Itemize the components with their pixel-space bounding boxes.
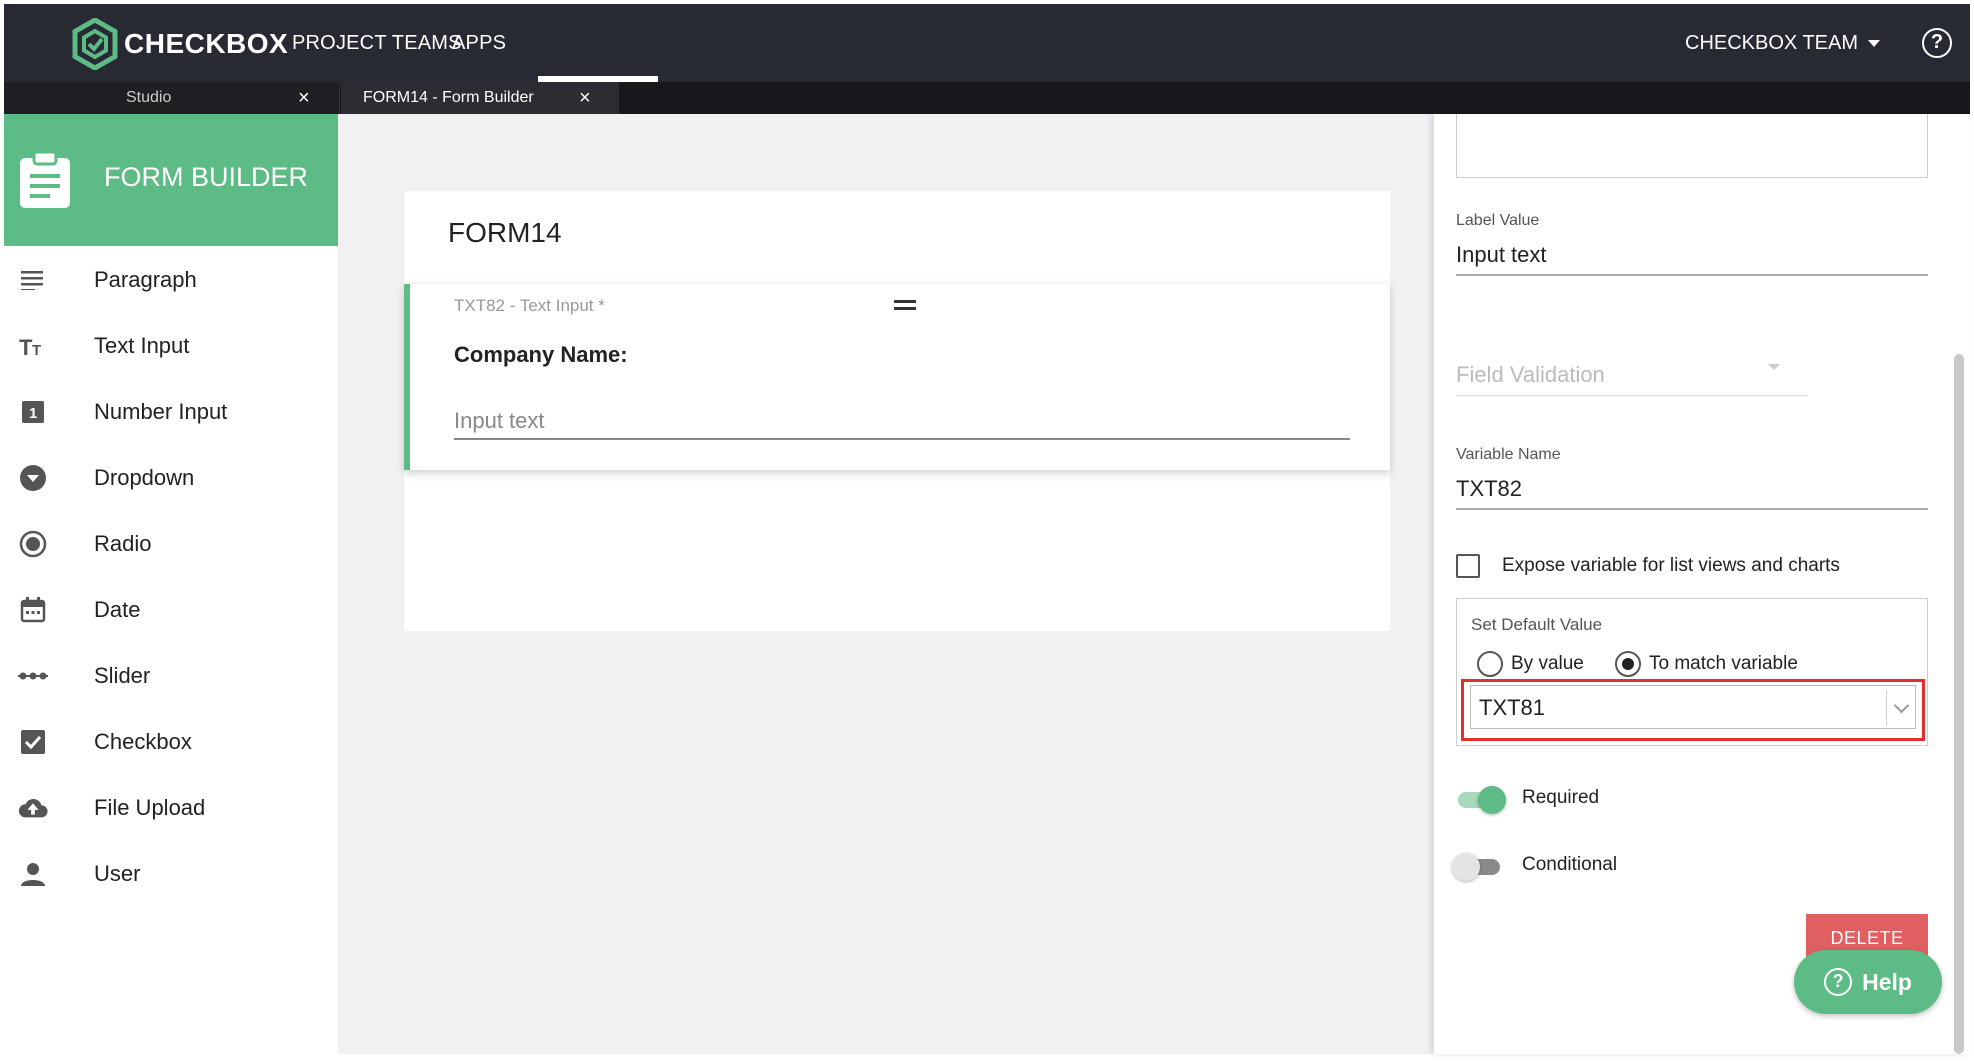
text-input-field-card[interactable]: TXT82 - Text Input * Company Name: Input…: [404, 284, 1390, 470]
match-variable-select[interactable]: TXT81: [1470, 685, 1916, 729]
sidebar-item-label: Text Input: [94, 333, 190, 358]
radio-icon: [18, 529, 48, 559]
caret-down-icon: [1868, 39, 1880, 47]
sidebar-item-label: Checkbox: [94, 729, 192, 754]
sidebar-item-label: Number Input: [94, 399, 228, 424]
select-divider: [1886, 690, 1887, 726]
conditional-toggle[interactable]: [1452, 851, 1502, 881]
label-value-caption: Label Value: [1456, 212, 1540, 229]
radio-button[interactable]: [1477, 651, 1503, 677]
chevron-down-icon: [1768, 364, 1780, 370]
variable-name-input[interactable]: TXT82: [1456, 472, 1928, 510]
user-icon: [18, 859, 48, 889]
tab-studio-label: Studio: [126, 89, 172, 106]
sidebar-item-file-upload[interactable]: File Upload: [4, 782, 338, 834]
sidebar-item-text-input[interactable]: TT Text Input: [4, 320, 338, 372]
expose-variable-row[interactable]: Expose variable for list views and chart…: [1456, 554, 1840, 578]
close-icon[interactable]: ×: [298, 82, 310, 114]
field-preview-input[interactable]: Input text: [454, 408, 1350, 440]
label-value-text: Input text: [1456, 242, 1547, 267]
sidebar-item-label: Slider: [94, 663, 151, 688]
calendar-icon: [18, 595, 48, 625]
paragraph-icon: [18, 265, 48, 295]
tab-studio[interactable]: Studio ×: [4, 82, 340, 114]
selected-variable: TXT81: [1479, 695, 1546, 720]
variable-name-caption: Variable Name: [1456, 446, 1561, 463]
radio-match-variable[interactable]: To match variable: [1615, 651, 1798, 677]
cloud-upload-icon: [18, 793, 48, 823]
nav-apps[interactable]: APPS: [452, 4, 506, 82]
sidebar-item-radio[interactable]: Radio: [4, 518, 338, 570]
svg-text:T: T: [19, 335, 33, 357]
tab-bar: Studio × FORM14 - Form Builder ×: [4, 82, 1970, 114]
default-value-title: Set Default Value: [1471, 615, 1603, 634]
svg-text:1: 1: [29, 405, 37, 422]
team-switcher[interactable]: CHECKBOX TEAM: [1685, 4, 1880, 82]
field-validation-placeholder: Field Validation: [1456, 362, 1605, 387]
sidebar-item-dropdown[interactable]: Dropdown: [4, 452, 338, 504]
chevron-down-icon: [1893, 697, 1910, 714]
sidebar-header: FORM BUILDER: [4, 114, 338, 246]
help-circle-icon[interactable]: ?: [1922, 28, 1952, 58]
tab-form-builder-label: FORM14 - Form Builder: [363, 89, 534, 106]
close-icon[interactable]: ×: [579, 82, 591, 114]
label-value-input[interactable]: Input text: [1456, 238, 1928, 276]
conditional-label: Conditional: [1522, 854, 1618, 875]
form-canvas: FORM14 TXT82 - Text Input * Company Name…: [338, 114, 1434, 1054]
tab-form-builder[interactable]: FORM14 - Form Builder ×: [341, 82, 619, 114]
radio-label: By value: [1511, 653, 1584, 674]
expose-variable-label: Expose variable for list views and chart…: [1502, 555, 1840, 576]
dropdown-icon: [18, 463, 48, 493]
field-meta: TXT82 - Text Input *: [454, 296, 605, 315]
radio-label: To match variable: [1649, 653, 1798, 674]
sidebar-item-date[interactable]: Date: [4, 584, 338, 636]
panel-scrollbar[interactable]: [1954, 354, 1964, 1054]
help-button-label: Help: [1862, 968, 1912, 995]
sidebar-title: FORM BUILDER: [104, 162, 309, 192]
sidebar-item-label: Radio: [94, 531, 152, 556]
slider-icon: [18, 661, 48, 691]
sidebar-item-label: User: [94, 861, 141, 886]
default-value-group: Set Default Value By value To match vari…: [1456, 598, 1928, 746]
clipboard-icon: [20, 150, 70, 208]
checkbox-icon: [18, 727, 48, 757]
field-properties-panel: Label Value Input text Field Validation …: [1434, 114, 1970, 1054]
highlight-box: TXT81: [1461, 679, 1925, 741]
form-builder-sidebar: FORM BUILDER Paragraph TT Text Input 1 N…: [4, 114, 338, 1064]
sidebar-item-label: File Upload: [94, 795, 206, 820]
help-text-area[interactable]: [1456, 114, 1928, 178]
help-button[interactable]: ? Help: [1794, 950, 1942, 1014]
expose-variable-checkbox[interactable]: [1456, 554, 1480, 578]
drag-handle-icon[interactable]: [894, 300, 916, 310]
nav-project-teams[interactable]: PROJECT TEAMS: [292, 4, 462, 82]
checkbox-logo[interactable]: CHECKBOX: [72, 18, 288, 70]
help-circle-icon: ?: [1824, 968, 1853, 996]
radio-button-selected[interactable]: [1615, 651, 1641, 677]
form-title: FORM14: [448, 217, 562, 248]
svg-text:T: T: [32, 342, 41, 357]
sidebar-item-checkbox[interactable]: Checkbox: [4, 716, 338, 768]
variable-name-text: TXT82: [1456, 476, 1523, 501]
sidebar-item-label: Paragraph: [94, 267, 197, 292]
required-label: Required: [1522, 787, 1600, 808]
required-row[interactable]: Required: [1456, 784, 1600, 814]
sidebar-item-number-input[interactable]: 1 Number Input: [4, 386, 338, 438]
conditional-row[interactable]: Conditional: [1452, 851, 1618, 881]
text-input-icon: TT: [18, 331, 48, 361]
sidebar-item-label: Dropdown: [94, 465, 195, 490]
checkbox-logo-icon: [72, 18, 118, 70]
radio-by-value[interactable]: By value: [1477, 651, 1584, 677]
team-label: CHECKBOX TEAM: [1685, 31, 1858, 54]
field-validation-select[interactable]: Field Validation: [1456, 358, 1808, 396]
sidebar-item-user[interactable]: User: [4, 848, 338, 900]
number-input-icon: 1: [18, 397, 48, 427]
sidebar-item-label: Date: [94, 597, 141, 622]
field-label: Company Name:: [454, 342, 628, 367]
sidebar-item-slider[interactable]: Slider: [4, 650, 338, 702]
sidebar-item-paragraph[interactable]: Paragraph: [4, 254, 338, 306]
required-toggle[interactable]: [1456, 784, 1506, 814]
top-navigation-bar: CHECKBOX PROJECT TEAMS APPS CHECKBOX TEA…: [4, 4, 1970, 82]
brand-name: CHECKBOX: [124, 28, 289, 59]
